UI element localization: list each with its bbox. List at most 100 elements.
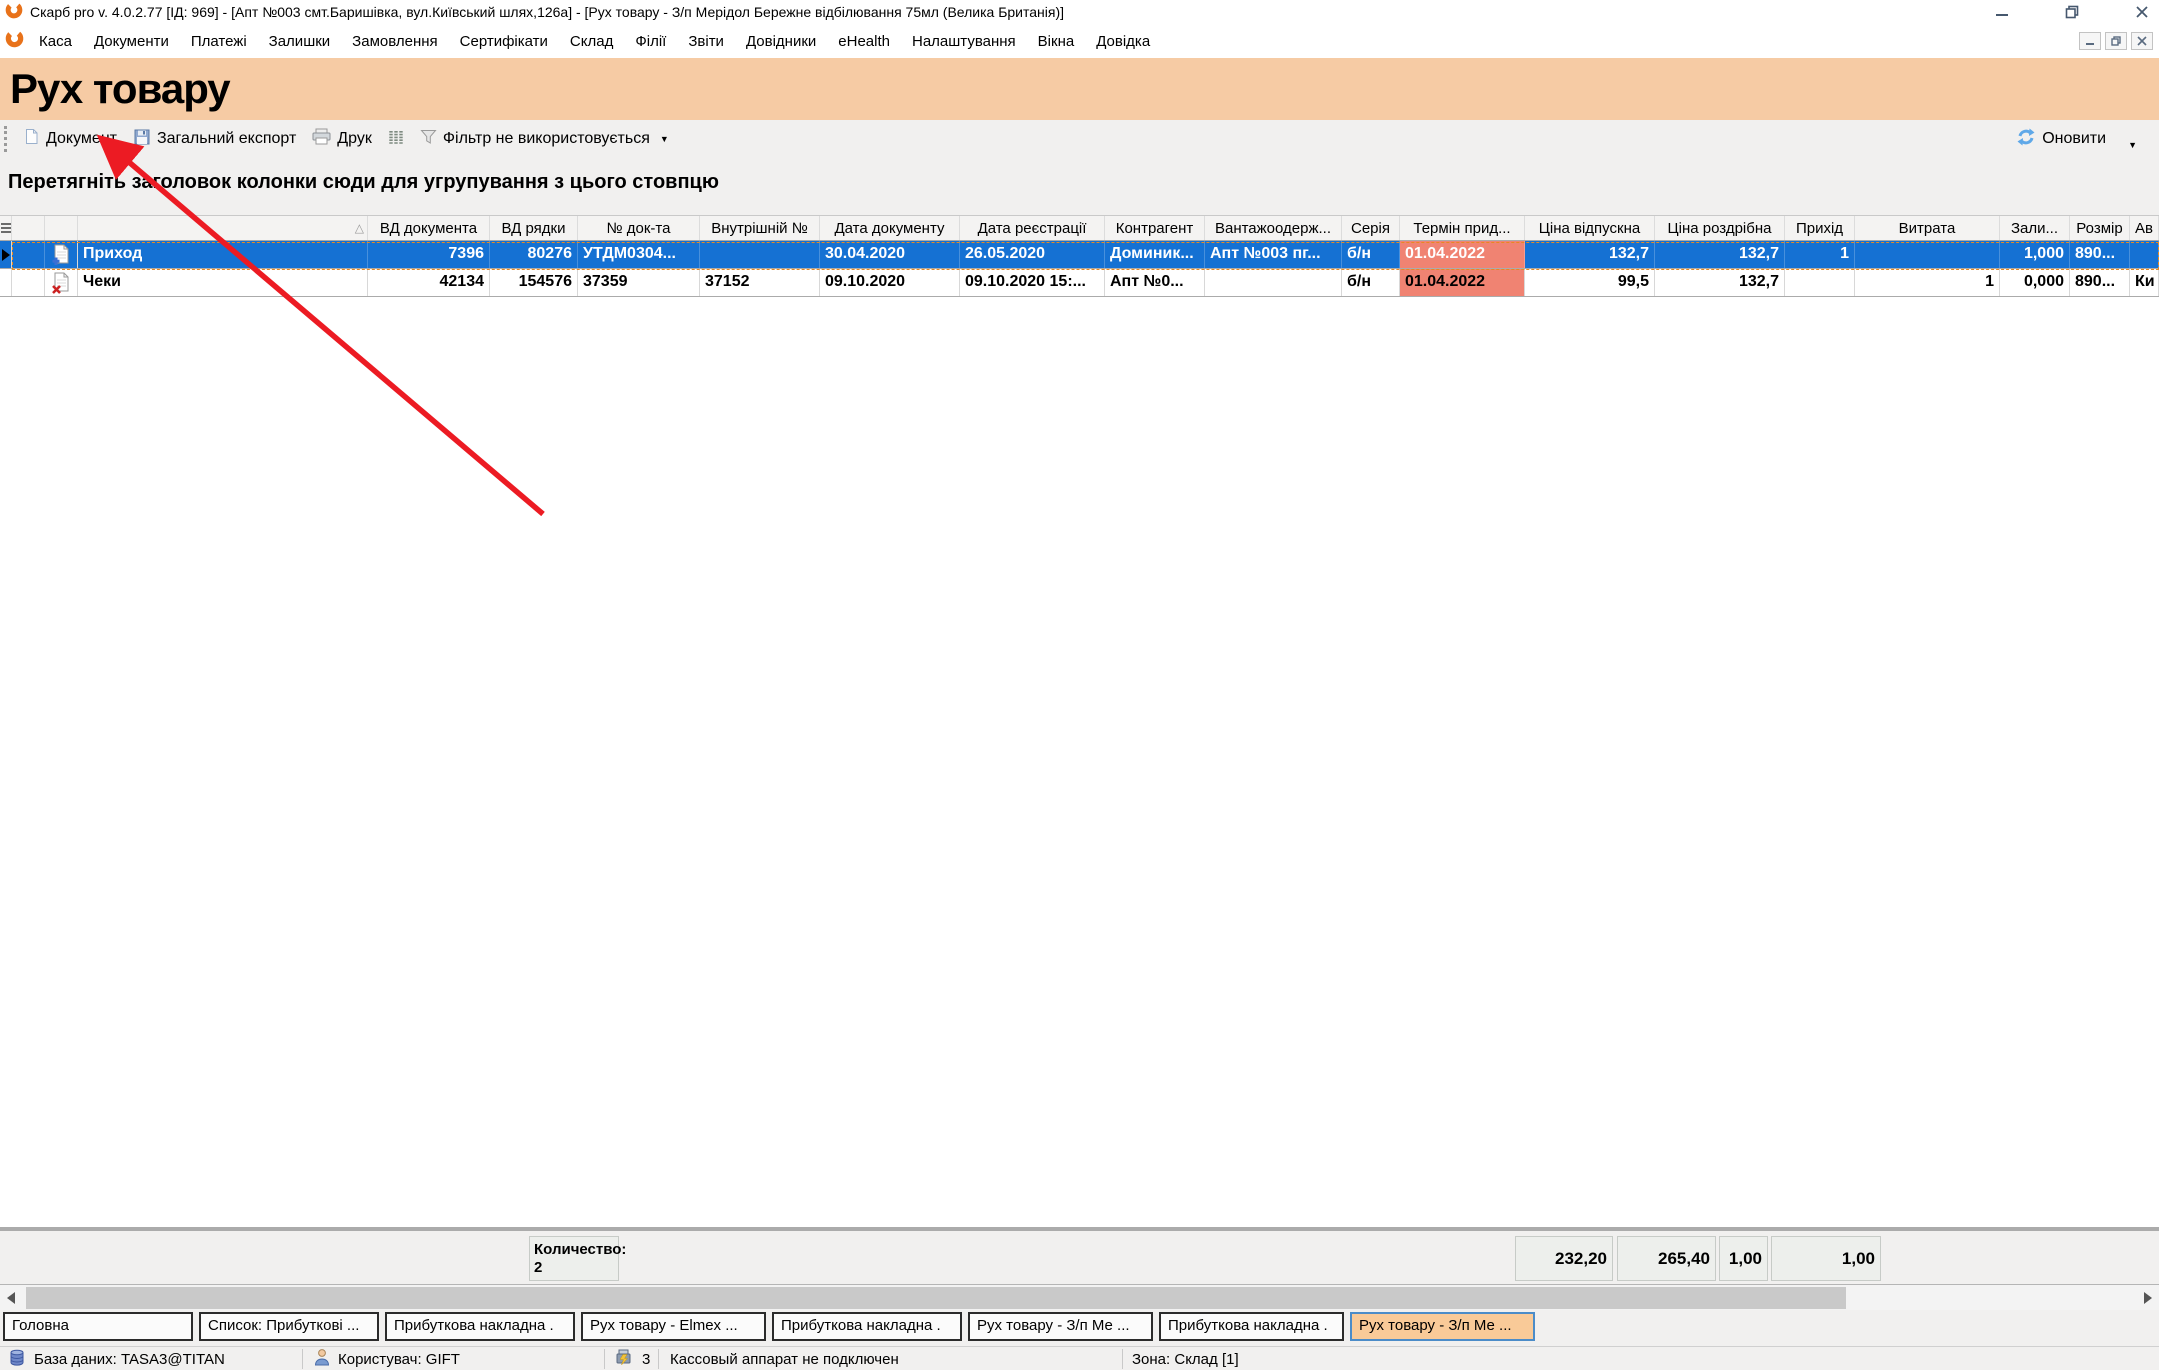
mdi-restore-icon[interactable] [2105, 32, 2127, 50]
expiry-cell: 01.04.2022 [1400, 269, 1525, 296]
tab-holovna[interactable]: Головна [3, 1312, 193, 1341]
column-header[interactable]: Контрагент [1105, 216, 1205, 240]
column-header[interactable]: Витрата [1855, 216, 2000, 240]
mdi-window-controls [2079, 32, 2153, 50]
row-name: Приход [78, 241, 368, 268]
total-price-out: 232,20 [1515, 1236, 1613, 1281]
document-icon [23, 128, 40, 150]
scrollbar-thumb[interactable] [26, 1287, 1846, 1309]
menu-branches[interactable]: Філії [624, 33, 677, 50]
tab-rukh-tovaru-me-active[interactable]: Рух товару - З/п Ме ... [1350, 1312, 1535, 1341]
session-count: 3 [642, 1351, 650, 1368]
data-grid: △ ВД документа ВД рядки № док-та Внутріш… [0, 215, 2159, 297]
menu-stock[interactable]: Залишки [258, 33, 342, 50]
column-header[interactable]: Термін прид... [1400, 216, 1525, 240]
column-header[interactable]: Прихід [1785, 216, 1855, 240]
column-header[interactable]: Дата документу [820, 216, 960, 240]
refresh-button[interactable]: Оновити ▼ [2008, 124, 2145, 155]
tab-rukh-tovaru-me-1[interactable]: Рух товару - З/п Ме ... [968, 1312, 1153, 1341]
status-bar: База даних: TASA3@TITAN Користувач: GIFT… [0, 1346, 2159, 1370]
menu-reports[interactable]: Звіти [677, 33, 735, 50]
menu-directories[interactable]: Довідники [735, 33, 827, 50]
grid-corner [0, 216, 12, 240]
scroll-right-icon[interactable] [2144, 1292, 2152, 1304]
menu-orders[interactable]: Замовлення [341, 33, 448, 50]
refresh-icon [2016, 128, 2036, 151]
toolbar: Документ Загальний експорт Друк Фільтр н… [0, 120, 2159, 158]
window-title: Скарб pro v. 4.0.2.77 [ІД: 969] - [Апт №… [30, 4, 1064, 20]
chevron-down-icon: ▼ [660, 134, 669, 144]
column-header[interactable]: Внутрішній № [700, 216, 820, 240]
menu-warehouse[interactable]: Склад [559, 33, 624, 50]
column-header-name[interactable]: △ [78, 216, 368, 240]
database-icon [8, 1348, 26, 1370]
menu-ehealth[interactable]: eHealth [827, 33, 901, 50]
column-header[interactable]: Серія [1342, 216, 1400, 240]
tab-prybutkova-nakladna-1[interactable]: Прибуткова накладна . [385, 1312, 575, 1341]
column-header[interactable]: ВД документа [368, 216, 490, 240]
user-icon [314, 1348, 330, 1370]
doc-add-icon [45, 241, 78, 268]
column-header[interactable]: № док-та [578, 216, 700, 240]
column-header[interactable]: Зали... [2000, 216, 2070, 240]
filter-button[interactable]: Фільтр не використовується ▼ [412, 125, 677, 154]
expiry-cell: 01.04.2022 [1400, 241, 1525, 268]
row-name: Чеки [78, 269, 368, 296]
menu-settings[interactable]: Налаштування [901, 33, 1027, 50]
sort-indicator-icon: △ [355, 221, 364, 235]
menu-certificates[interactable]: Сертифікати [449, 33, 559, 50]
row-marker [0, 241, 12, 268]
column-header[interactable]: Ав [2130, 216, 2159, 240]
menu-documents[interactable]: Документи [83, 33, 180, 50]
restore-icon[interactable] [2063, 4, 2081, 20]
grid-header-row: △ ВД документа ВД рядки № док-та Внутріш… [0, 215, 2159, 241]
record-count-box: Количество: 2 [529, 1236, 619, 1281]
scroll-left-icon[interactable] [7, 1292, 15, 1304]
cash-register-status: Кассовый аппарат не подключен [670, 1351, 899, 1368]
menu-help[interactable]: Довідка [1085, 33, 1161, 50]
tab-spysok-prybutkovi[interactable]: Список: Прибуткові ... [199, 1312, 379, 1341]
mdi-minimize-icon[interactable] [2079, 32, 2101, 50]
group-by-hint: Перетягніть заголовок колонки сюди для у… [8, 171, 719, 193]
horizontal-scrollbar[interactable] [0, 1284, 2159, 1310]
menu-bar: Каса Документи Платежі Залишки Замовленн… [0, 24, 2159, 58]
column-header[interactable]: Дата реєстрації [960, 216, 1105, 240]
menu-payments[interactable]: Платежі [180, 33, 258, 50]
mdi-close-icon[interactable] [2131, 32, 2153, 50]
doc-delete-icon [45, 269, 78, 296]
title-bar: Скарб pro v. 4.0.2.77 [ІД: 969] - [Апт №… [0, 0, 2159, 24]
table-row-prihod[interactable]: Приход 7396 80276 УТДМ0304... 30.04.2020… [0, 241, 2159, 269]
column-header[interactable]: Ціна роздрібна [1655, 216, 1785, 240]
menu-windows[interactable]: Вікна [1027, 33, 1086, 50]
record-count-value: 2 [534, 1259, 614, 1277]
page-title: Рух товару [10, 65, 230, 113]
menu-kasa[interactable]: Каса [28, 33, 83, 50]
column-chooser-button[interactable] [380, 125, 412, 154]
tab-prybutkova-nakladna-3[interactable]: Прибуткова накладна . [1159, 1312, 1344, 1341]
print-icon [312, 128, 331, 150]
page-header-band: Рух товару [0, 58, 2159, 120]
columns-icon [388, 129, 404, 150]
total-expense: 1,00 [1771, 1236, 1881, 1281]
close-icon[interactable] [2133, 4, 2151, 20]
export-icon [133, 128, 151, 151]
print-button[interactable]: Друк [304, 124, 380, 154]
toolbar-grip [4, 126, 9, 152]
minimize-icon[interactable] [1993, 4, 2011, 20]
row-marker [0, 269, 12, 296]
column-header[interactable]: Розмір [2070, 216, 2130, 240]
chevron-down-icon: ▼ [2128, 140, 2137, 150]
table-row-cheki[interactable]: Чеки 42134 154576 37359 37152 09.10.2020… [0, 269, 2159, 297]
export-button[interactable]: Загальний експорт [125, 124, 304, 155]
summary-footer: Количество: 2 232,20 265,40 1,00 1,00 [0, 1227, 2159, 1284]
group-by-panel[interactable]: Перетягніть заголовок колонки сюди для у… [0, 158, 2159, 215]
column-header[interactable]: Ціна відпускна [1525, 216, 1655, 240]
tab-rukh-tovaru-elmex[interactable]: Рух товару - Elmex ... [581, 1312, 766, 1341]
filter-icon [420, 129, 437, 150]
tab-prybutkova-nakladna-2[interactable]: Прибуткова накладна . [772, 1312, 962, 1341]
column-header[interactable]: Вантажоодерж... [1205, 216, 1342, 240]
cash-register-icon [614, 1348, 634, 1370]
column-header[interactable]: ВД рядки [490, 216, 578, 240]
document-button[interactable]: Документ [15, 124, 125, 154]
column-header-blank [12, 216, 45, 240]
